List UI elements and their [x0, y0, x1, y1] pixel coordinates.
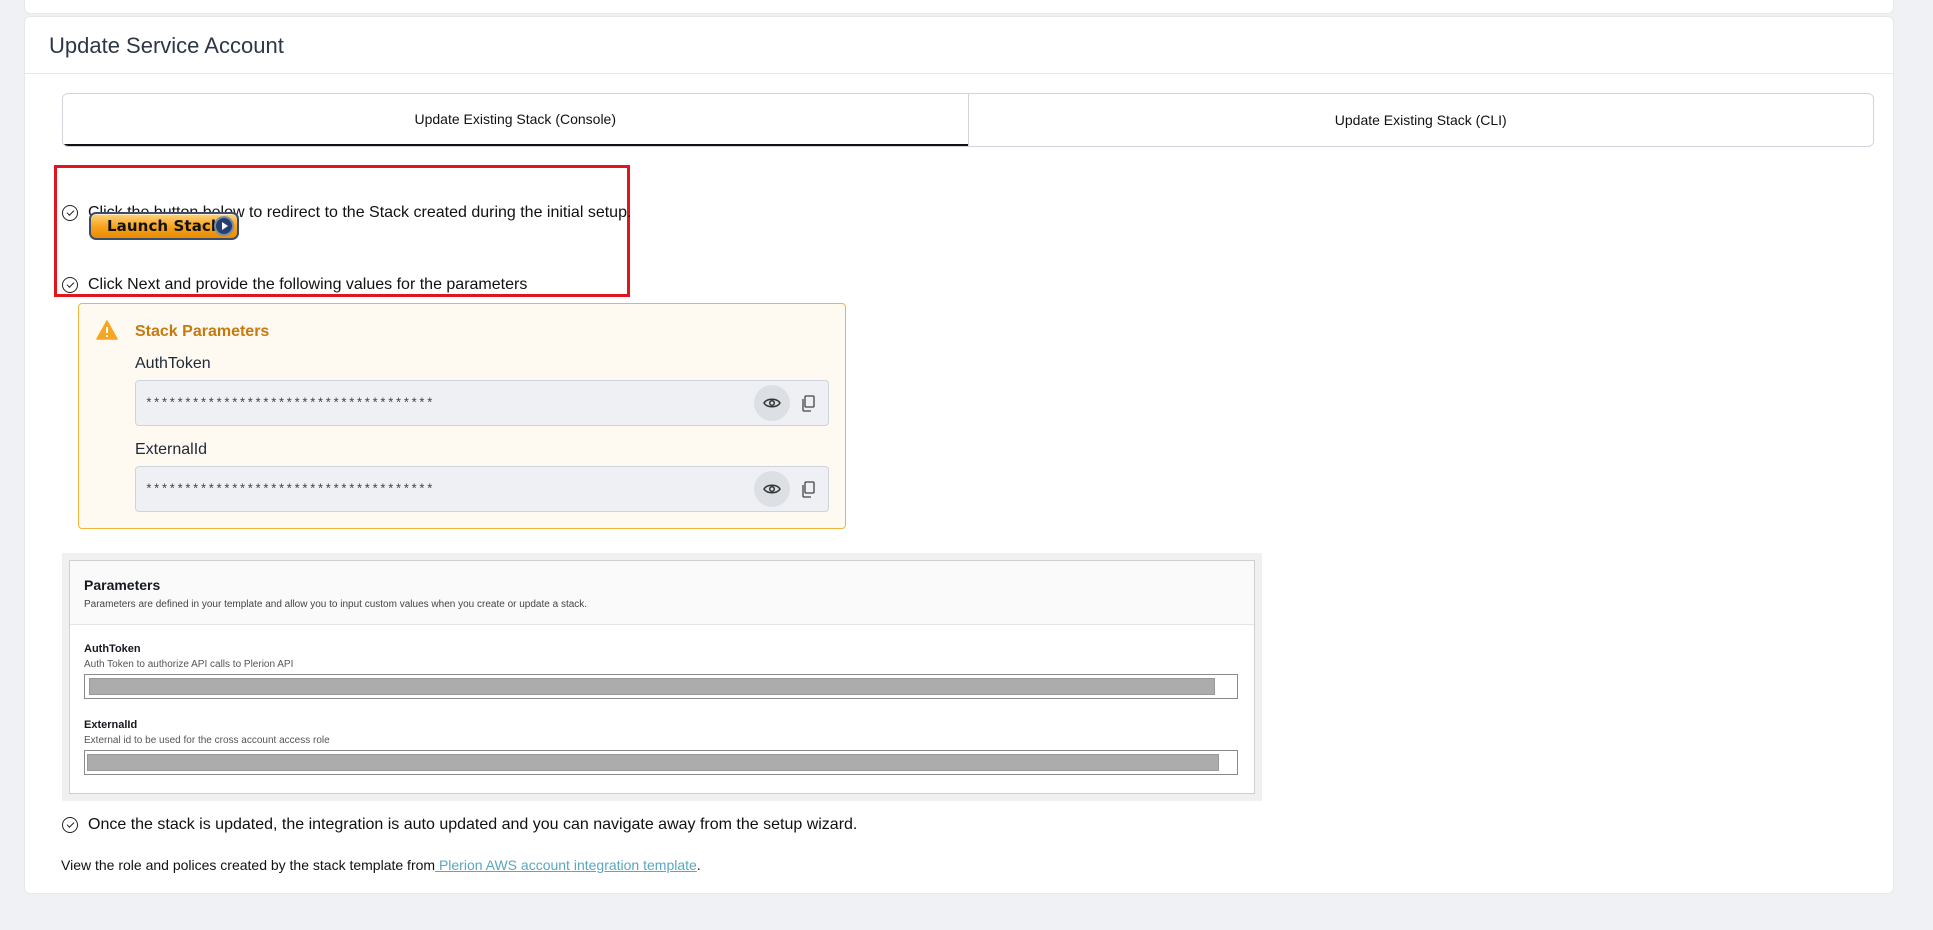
check-circle-icon: [62, 205, 78, 221]
step-complete: Once the stack is updated, the integrati…: [62, 816, 857, 834]
tab-bar: Update Existing Stack (Console) Update E…: [62, 93, 1874, 147]
authtoken-value: *************************************: [145, 395, 434, 411]
stack-parameters-panel: Stack Parameters AuthToken *************…: [78, 303, 846, 529]
check-circle-icon: [62, 277, 78, 293]
externalid-field: *************************************: [135, 466, 829, 512]
template-link[interactable]: Plerion AWS account integration template: [435, 857, 697, 873]
eye-icon[interactable]: [754, 385, 790, 421]
footer-text: View the role and polices created by the…: [61, 857, 436, 873]
launch-stack-button[interactable]: Launch Stack: [89, 212, 239, 240]
authtoken-field: *************************************: [135, 380, 829, 426]
warning-icon: [96, 320, 118, 340]
launch-stack-label: Launch Stack: [107, 217, 221, 235]
copy-icon[interactable]: [794, 385, 822, 421]
param-authtoken-description: Auth Token to authorize API calls to Ple…: [84, 659, 294, 670]
tab-console[interactable]: Update Existing Stack (Console): [63, 94, 968, 146]
parameters-title: Parameters: [84, 577, 161, 593]
param-externalid-description: External id to be used for the cross acc…: [84, 735, 330, 746]
check-circle-icon: [62, 817, 78, 833]
copy-icon[interactable]: [794, 471, 822, 507]
stack-parameters-title: Stack Parameters: [135, 323, 270, 340]
authtoken-label: AuthToken: [135, 355, 211, 372]
footer-note: View the role and polices created by the…: [61, 857, 701, 873]
card-header: Update Service Account: [25, 17, 1893, 74]
footer-suffix: .: [696, 857, 701, 873]
param-authtoken-label: AuthToken: [84, 643, 141, 655]
page-title: Update Service Account: [49, 33, 284, 58]
param-externalid-input: [84, 750, 1238, 775]
parameters-header: Parameters Parameters are defined in you…: [70, 561, 1254, 625]
step-next: Click Next and provide the following val…: [62, 276, 527, 294]
tab-cli[interactable]: Update Existing Stack (CLI): [967, 94, 1873, 146]
previous-card-edge: [24, 0, 1894, 14]
redacted-bar: [87, 754, 1219, 771]
step-text: Once the stack is updated, the integrati…: [88, 816, 858, 833]
param-externalid-label: ExternalId: [84, 719, 138, 731]
step-text: Click Next and provide the following val…: [88, 276, 528, 293]
update-service-account-card: Update Service Account Update Existing S…: [24, 16, 1894, 894]
parameters-description: Parameters are defined in your template …: [84, 599, 588, 610]
redacted-bar: [89, 678, 1215, 695]
param-authtoken-input: [84, 674, 1238, 699]
parameters-screenshot: Parameters Parameters are defined in you…: [62, 553, 1262, 801]
externalid-value: *************************************: [145, 481, 434, 497]
play-arrow-icon: [214, 216, 234, 236]
externalid-label: ExternalId: [135, 441, 208, 458]
eye-icon[interactable]: [754, 471, 790, 507]
parameters-panel: Parameters Parameters are defined in you…: [69, 560, 1255, 794]
